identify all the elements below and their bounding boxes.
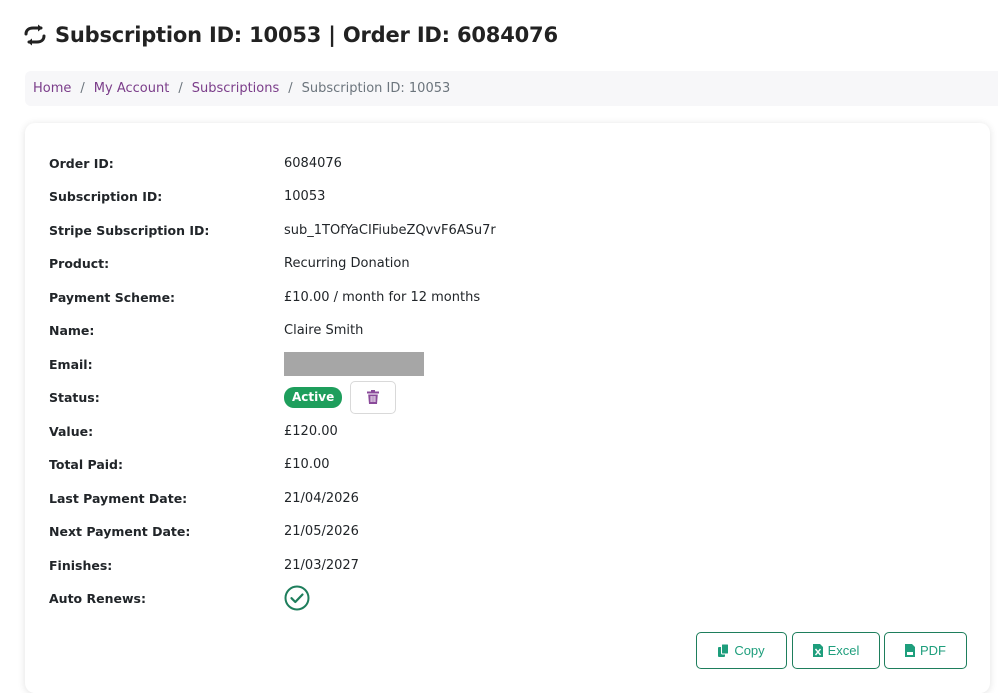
- row-payment-scheme: Payment Scheme: £10.00 / month for 12 mo…: [49, 287, 480, 307]
- copy-icon: [718, 644, 730, 657]
- stripe-subscription-id-label: Stripe Subscription ID:: [49, 222, 210, 238]
- row-value: Value: £120.00: [49, 421, 338, 441]
- last-payment-date-value: 21/04/2026: [284, 490, 359, 506]
- name-label: Name:: [49, 322, 95, 338]
- row-auto-renews: Auto Renews:: [49, 585, 310, 611]
- breadcrumb-current: Subscription ID: 10053: [301, 81, 451, 96]
- email-redaction: [284, 352, 424, 376]
- breadcrumb-home[interactable]: Home: [33, 81, 71, 96]
- row-last-payment-date: Last Payment Date: 21/04/2026: [49, 488, 359, 508]
- email-label: Email:: [49, 356, 93, 372]
- pdf-button[interactable]: PDF: [884, 632, 967, 669]
- pdf-button-label: PDF: [920, 643, 946, 658]
- payment-scheme-value: £10.00 / month for 12 months: [284, 289, 481, 305]
- check-circle-icon: [284, 585, 310, 611]
- order-id-value: 6084076: [284, 155, 342, 171]
- total-paid-value: £10.00: [284, 456, 330, 472]
- copy-button-label: Copy: [734, 643, 765, 658]
- status-badge: Active: [284, 386, 343, 408]
- subscription-id-value: 10053: [284, 188, 326, 204]
- email-value: [284, 352, 424, 376]
- breadcrumb-separator: /: [80, 81, 85, 96]
- next-payment-date-label: Next Payment Date:: [49, 523, 191, 539]
- row-total-paid: Total Paid: £10.00: [49, 454, 330, 474]
- cancel-subscription-button[interactable]: [350, 380, 397, 414]
- row-stripe-subscription-id: Stripe Subscription ID: sub_1TOfYaCIFiub…: [49, 220, 496, 240]
- last-payment-date-label: Last Payment Date:: [49, 490, 188, 506]
- pdf-file-icon: [905, 644, 915, 657]
- row-email: Email:: [49, 352, 424, 376]
- row-subscription-id: Subscription ID: 10053: [49, 186, 325, 206]
- product-label: Product:: [49, 255, 110, 271]
- breadcrumb-subscriptions[interactable]: Subscriptions: [192, 81, 280, 96]
- finishes-label: Finishes:: [49, 557, 113, 573]
- copy-button[interactable]: Copy: [696, 632, 787, 669]
- total-paid-label: Total Paid:: [49, 456, 123, 472]
- trash-icon: [367, 390, 380, 404]
- row-finishes: Finishes: 21/03/2027: [49, 555, 359, 575]
- subscription-id-label: Subscription ID:: [49, 188, 163, 204]
- breadcrumb-separator: /: [178, 81, 183, 96]
- auto-renews-label: Auto Renews:: [49, 590, 146, 606]
- finishes-value: 21/03/2027: [284, 557, 359, 573]
- breadcrumb: Home / My Account / Subscriptions / Subs…: [25, 71, 998, 106]
- product-value: Recurring Donation: [284, 255, 410, 271]
- value-label: Value:: [49, 423, 94, 439]
- name-value: Claire Smith: [284, 322, 364, 338]
- stripe-subscription-id-value: sub_1TOfYaCIFiubeZQvvF6ASu7r: [284, 222, 496, 238]
- subscription-details-card: Order ID: 6084076 Subscription ID: 10053…: [25, 123, 990, 693]
- excel-button[interactable]: Excel: [792, 632, 880, 669]
- page-title: Subscription ID: 10053 | Order ID: 60840…: [23, 20, 558, 50]
- next-payment-date-value: 21/05/2026: [284, 523, 359, 539]
- status-value: Active: [284, 380, 397, 414]
- excel-button-label: Excel: [827, 643, 860, 658]
- row-product: Product: Recurring Donation: [49, 253, 410, 273]
- row-next-payment-date: Next Payment Date: 21/05/2026: [49, 521, 359, 541]
- breadcrumb-my-account[interactable]: My Account: [94, 81, 170, 96]
- sync-icon: [24, 24, 46, 46]
- value-value: £120.00: [284, 423, 338, 439]
- row-order-id: Order ID: 6084076: [49, 153, 342, 173]
- order-id-label: Order ID:: [49, 155, 114, 171]
- auto-renews-value: [284, 585, 310, 611]
- row-name: Name: Claire Smith: [49, 320, 363, 340]
- status-label: Status:: [49, 389, 100, 405]
- row-status: Status: Active: [49, 380, 397, 414]
- breadcrumb-separator: /: [288, 81, 293, 96]
- payment-scheme-label: Payment Scheme:: [49, 289, 176, 305]
- page-title-text: Subscription ID: 10053 | Order ID: 60840…: [55, 23, 558, 47]
- excel-file-icon: [812, 644, 823, 657]
